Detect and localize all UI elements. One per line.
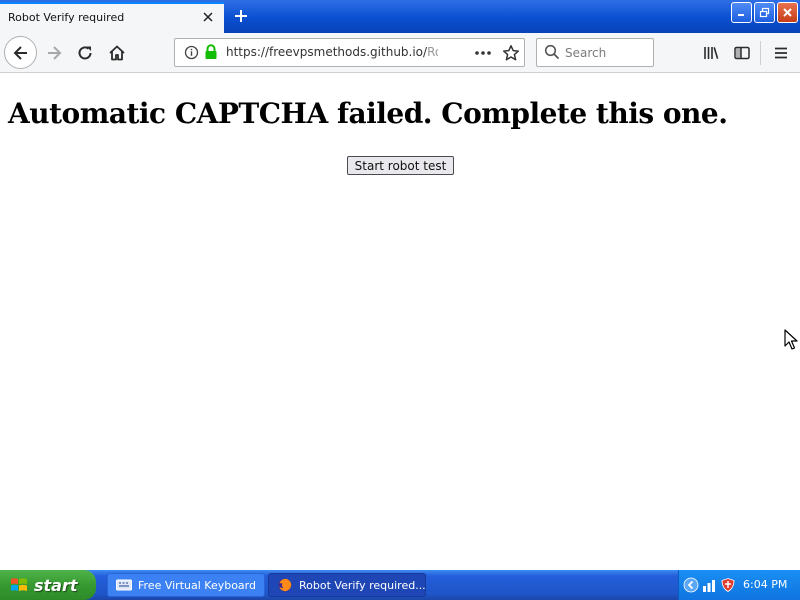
chevron-left-icon[interactable]: [683, 577, 699, 593]
browser-tab[interactable]: Robot Verify required: [0, 2, 224, 33]
tab-title: Robot Verify required: [8, 11, 125, 24]
search-input[interactable]: [565, 43, 649, 62]
reload-icon: [78, 46, 92, 60]
url-bar[interactable]: https://freevpsmethods.github.io/Ro: [174, 38, 525, 67]
forward-button[interactable]: [39, 38, 69, 68]
taskbar-item-browser[interactable]: Robot Verify required...: [268, 573, 426, 597]
forward-arrow-icon: [48, 46, 62, 60]
back-button[interactable]: [4, 36, 37, 69]
start-button[interactable]: start: [0, 570, 96, 600]
info-icon[interactable]: [184, 45, 199, 60]
start-label: start: [34, 575, 78, 595]
network-icon[interactable]: [702, 577, 718, 593]
start-robot-test-button[interactable]: Start robot test: [347, 156, 454, 175]
minimize-button[interactable]: [731, 2, 752, 23]
sidebar-icon: [734, 46, 750, 60]
restore-icon: [759, 7, 770, 18]
taskbar: start Free Virtual Keyboard Robot Verify…: [0, 570, 800, 600]
tab-close-button[interactable]: [198, 7, 218, 27]
plus-icon: [235, 10, 247, 22]
keyboard-icon: [116, 579, 132, 591]
lock-icon[interactable]: [204, 44, 218, 60]
windows-logo-icon: [11, 578, 27, 591]
system-tray: 6:04 PM: [678, 570, 800, 600]
window-titlebar: Robot Verify required: [0, 0, 800, 33]
back-arrow-icon: [13, 45, 27, 60]
page-title: Automatic CAPTCHA failed. Complete this …: [8, 97, 728, 130]
reload-button[interactable]: [70, 38, 100, 68]
taskbar-item-label: Robot Verify required...: [299, 578, 426, 592]
url-faded: Ro: [427, 45, 438, 59]
library-button[interactable]: [696, 38, 726, 68]
home-icon: [109, 45, 125, 61]
home-button[interactable]: [102, 38, 132, 68]
search-icon: [544, 44, 560, 60]
url-text: https://freevpsmethods.github.io/Ro: [226, 45, 438, 59]
taskbar-item-label: Free Virtual Keyboard: [138, 578, 256, 592]
close-icon: [783, 8, 792, 17]
navigation-toolbar: https://freevpsmethods.github.io/Ro: [0, 33, 800, 73]
firefox-icon: [278, 578, 292, 592]
close-icon: [203, 12, 213, 22]
toolbar-separator: [760, 41, 761, 65]
sidebar-button[interactable]: [727, 38, 757, 68]
more-actions-icon[interactable]: [474, 45, 492, 61]
new-tab-button[interactable]: [228, 4, 254, 28]
minimize-icon: [738, 14, 744, 16]
window-close-button[interactable]: [777, 2, 798, 23]
star-icon[interactable]: [502, 44, 520, 62]
restore-button[interactable]: [754, 2, 775, 23]
clock: 6:04 PM: [743, 578, 788, 591]
menu-button[interactable]: [766, 38, 796, 68]
library-icon: [704, 47, 719, 59]
hamburger-menu-icon: [775, 47, 787, 59]
search-bar[interactable]: [536, 38, 654, 67]
url-main: https://freevpsmethods.github.io/: [226, 45, 428, 59]
page-content: Automatic CAPTCHA failed. Complete this …: [0, 73, 800, 570]
mouse-cursor-icon: [784, 329, 798, 350]
security-shield-icon[interactable]: [720, 577, 736, 593]
taskbar-item-virtual-keyboard[interactable]: Free Virtual Keyboard: [107, 573, 265, 597]
